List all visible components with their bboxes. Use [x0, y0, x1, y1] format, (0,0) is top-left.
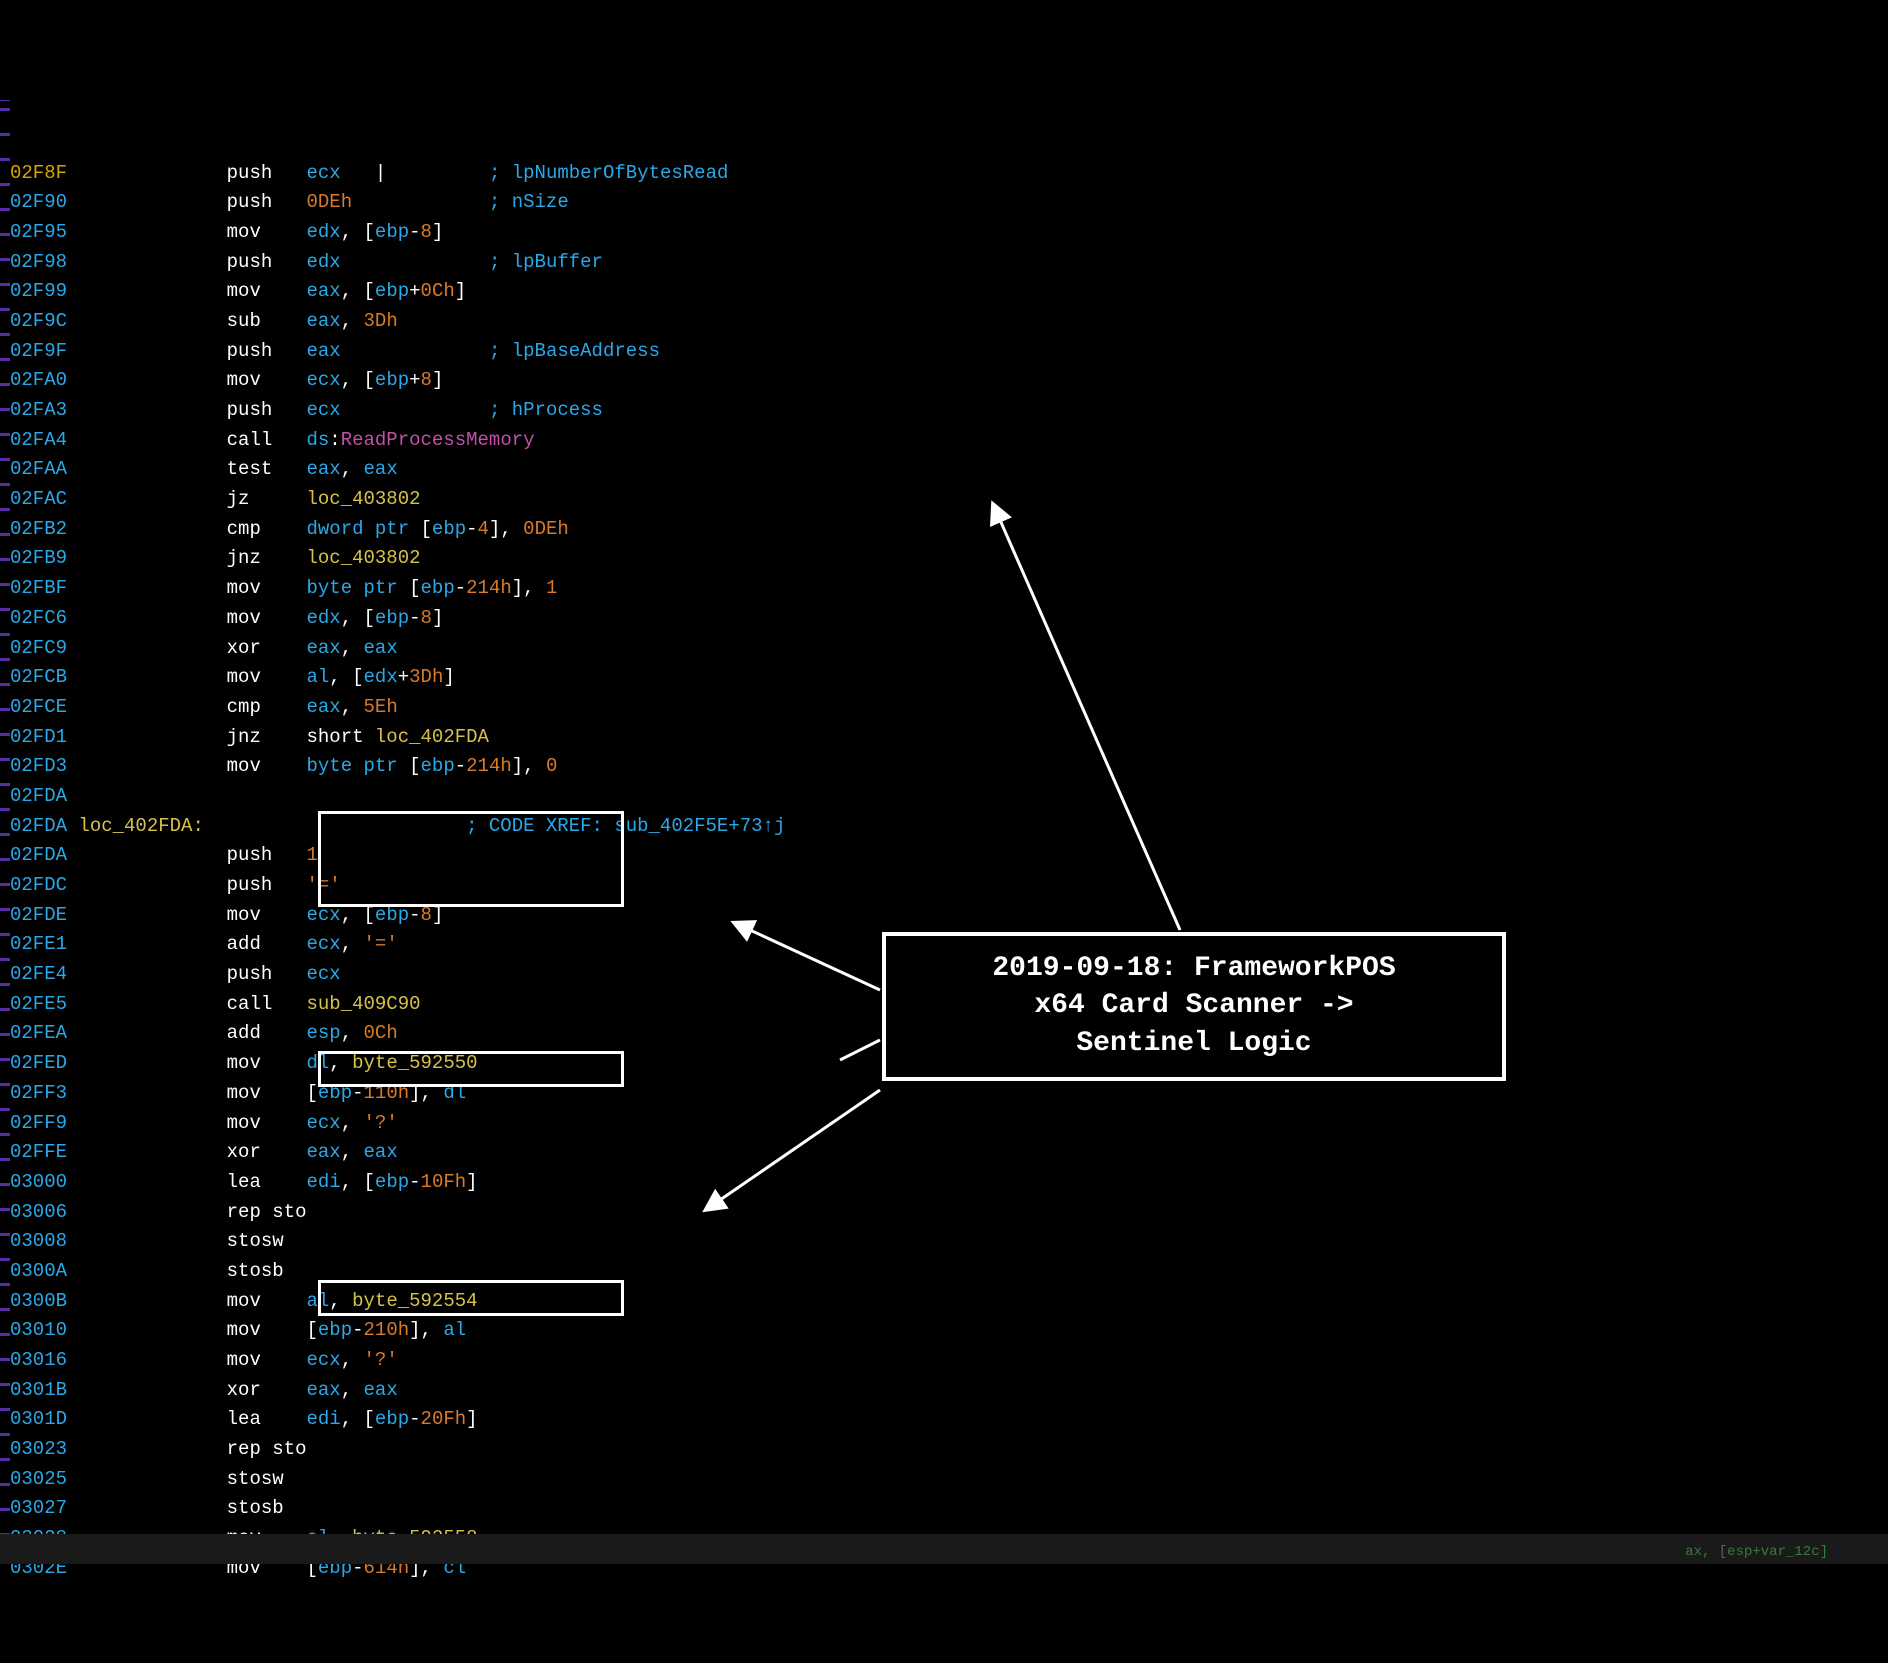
disasm-line[interactable]: 0301D lea edi, [ebp-20Fh]: [10, 1410, 1888, 1440]
disasm-line[interactable]: 03023 rep sto: [10, 1440, 1888, 1470]
ida-disassembly-view[interactable]: 02F8F push ecx | ; lpNumberOfBytesRead02…: [0, 100, 1888, 1564]
disasm-line[interactable]: 02FDA push 1: [10, 846, 1888, 876]
disasm-line[interactable]: 02FAC jz loc_403802: [10, 490, 1888, 520]
disasm-label-line: 02FDA loc_402FDA: ; CODE XREF: sub_402F5…: [10, 817, 1888, 847]
disasm-line[interactable]: 02FCB mov al, [edx+3Dh]: [10, 668, 1888, 698]
disasm-line[interactable]: 02F95 mov edx, [ebp-8]: [10, 223, 1888, 253]
disasm-line: 02FDA: [10, 787, 1888, 817]
annotation-line-3: Sentinel Logic: [1076, 1028, 1311, 1059]
disasm-line[interactable]: 02F98 push edx ; lpBuffer: [10, 253, 1888, 283]
disasm-line[interactable]: 03000 lea edi, [ebp-10Fh]: [10, 1173, 1888, 1203]
disasm-line[interactable]: 02FA0 mov ecx, [ebp+8]: [10, 371, 1888, 401]
disasm-line[interactable]: 02FF3 mov [ebp-110h], dl: [10, 1084, 1888, 1114]
disasm-line[interactable]: 02FD1 jnz short loc_402FDA: [10, 728, 1888, 758]
disasm-line[interactable]: 03027 stosb: [10, 1499, 1888, 1529]
disasm-line[interactable]: 02FCE cmp eax, 5Eh: [10, 698, 1888, 728]
disasm-line[interactable]: 02FD3 mov byte ptr [ebp-214h], 0: [10, 757, 1888, 787]
disasm-line[interactable]: 02FB9 jnz loc_403802: [10, 549, 1888, 579]
disasm-line[interactable]: 02FB2 cmp dword ptr [ebp-4], 0DEh: [10, 520, 1888, 550]
annotation-line-1: 2019-09-18: FrameworkPOS: [992, 953, 1395, 984]
gutter-dots: [0, 100, 10, 1560]
disassembly-listing[interactable]: 02F8F push ecx | ; lpNumberOfBytesRead02…: [10, 164, 1888, 1589]
disasm-line[interactable]: 02FC9 xor eax, eax: [10, 639, 1888, 669]
disasm-line[interactable]: 02F90 push 0DEh ; nSize: [10, 193, 1888, 223]
disasm-line[interactable]: 03006 rep sto: [10, 1203, 1888, 1233]
disasm-line[interactable]: 02F9C sub eax, 3Dh: [10, 312, 1888, 342]
disasm-line[interactable]: 02FAA test eax, eax: [10, 460, 1888, 490]
disasm-line[interactable]: 02F9F push eax ; lpBaseAddress: [10, 342, 1888, 372]
disasm-line[interactable]: 02FC6 mov edx, [ebp-8]: [10, 609, 1888, 639]
status-bar-hint: ax, [esp+var_12c]: [1685, 1545, 1828, 1560]
disasm-line[interactable]: 03016 mov ecx, '?': [10, 1351, 1888, 1381]
disasm-line[interactable]: 02F8F push ecx | ; lpNumberOfBytesRead: [10, 164, 1888, 194]
disasm-line[interactable]: 02FA3 push ecx ; hProcess: [10, 401, 1888, 431]
disasm-line[interactable]: 02FA4 call ds:ReadProcessMemory: [10, 431, 1888, 461]
disasm-line[interactable]: 0300B mov al, byte_592554: [10, 1292, 1888, 1322]
status-bar: ax, [esp+var_12c]: [0, 1534, 1888, 1564]
annotation-line-2: x64 Card Scanner ->: [1034, 990, 1353, 1021]
disasm-line[interactable]: 03010 mov [ebp-210h], al: [10, 1321, 1888, 1351]
disasm-line[interactable]: 02FFE xor eax, eax: [10, 1143, 1888, 1173]
disasm-line[interactable]: 0300A stosb: [10, 1262, 1888, 1292]
disasm-line[interactable]: 02FDC push '=': [10, 876, 1888, 906]
disasm-line[interactable]: 02F99 mov eax, [ebp+0Ch]: [10, 282, 1888, 312]
disasm-line[interactable]: 02FBF mov byte ptr [ebp-214h], 1: [10, 579, 1888, 609]
disasm-line[interactable]: 03025 stosw: [10, 1470, 1888, 1500]
disasm-line[interactable]: 02FF9 mov ecx, '?': [10, 1114, 1888, 1144]
disasm-line[interactable]: 0301B xor eax, eax: [10, 1381, 1888, 1411]
disasm-line[interactable]: 03008 stosw: [10, 1232, 1888, 1262]
annotation-callout: 2019-09-18: FrameworkPOS x64 Card Scanne…: [882, 932, 1506, 1081]
